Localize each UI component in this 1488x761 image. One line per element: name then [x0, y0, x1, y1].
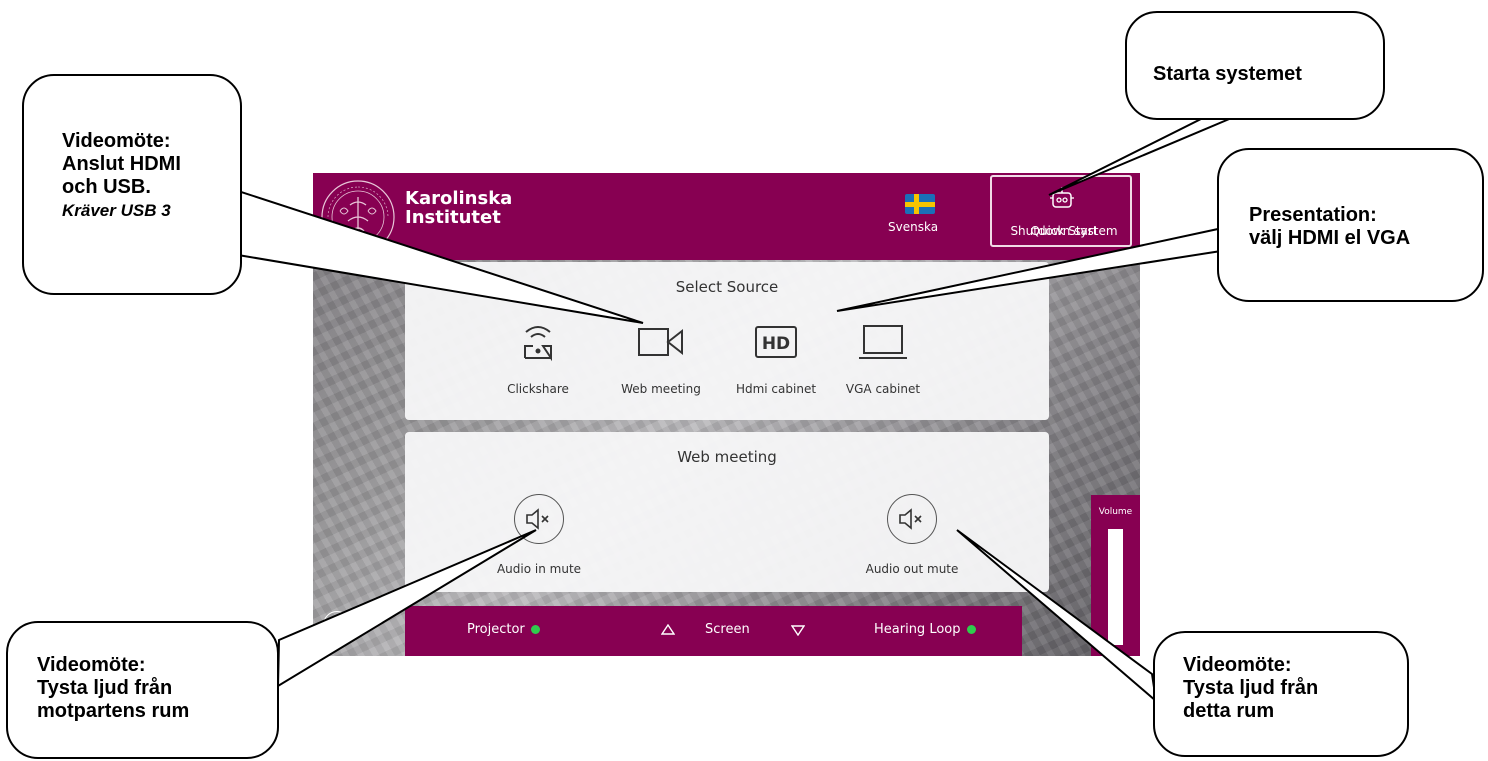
- callout-text-line: motpartens rum: [37, 700, 190, 722]
- leader-starta: [1048, 116, 1235, 196]
- callout-text-line: Starta systemet: [1153, 63, 1302, 85]
- leader-tysta-motpart: [276, 529, 537, 688]
- callout-tysta-motpart: Videomöte: Tysta ljud från motpartens ru…: [6, 621, 279, 759]
- callout-text-line: Videomöte:: [37, 654, 146, 676]
- leader-tysta-detta: [956, 529, 1158, 704]
- callout-presentation: Presentation: välj HDMI el VGA: [1217, 148, 1484, 302]
- leader-videomote-anslut: [230, 187, 644, 324]
- callout-text-line: Videomöte:: [62, 130, 171, 152]
- callout-tysta-detta: Videomöte: Tysta ljud från detta rum: [1153, 631, 1409, 757]
- callout-text-line: detta rum: [1183, 700, 1275, 722]
- callout-text-italic: Kräver USB 3: [62, 201, 171, 220]
- callout-starta: Starta systemet: [1125, 11, 1385, 120]
- callout-text-line: och USB.: [62, 176, 151, 198]
- callout-text-line: Presentation:: [1249, 204, 1377, 226]
- callout-text-line: Kräver USB 3: [62, 199, 181, 222]
- callout-videomote-anslut: Videomöte: Anslut HDMI och USB. Kräver U…: [22, 74, 242, 295]
- callout-text-line: Tysta ljud från: [1183, 677, 1319, 699]
- callout-text-line: Anslut HDMI: [62, 153, 181, 175]
- callout-text-line: Tysta ljud från: [37, 677, 173, 699]
- callout-text-line: Videomöte:: [1183, 654, 1292, 676]
- leader-presentation: [836, 227, 1223, 312]
- callout-text-line: välj HDMI el VGA: [1249, 227, 1411, 249]
